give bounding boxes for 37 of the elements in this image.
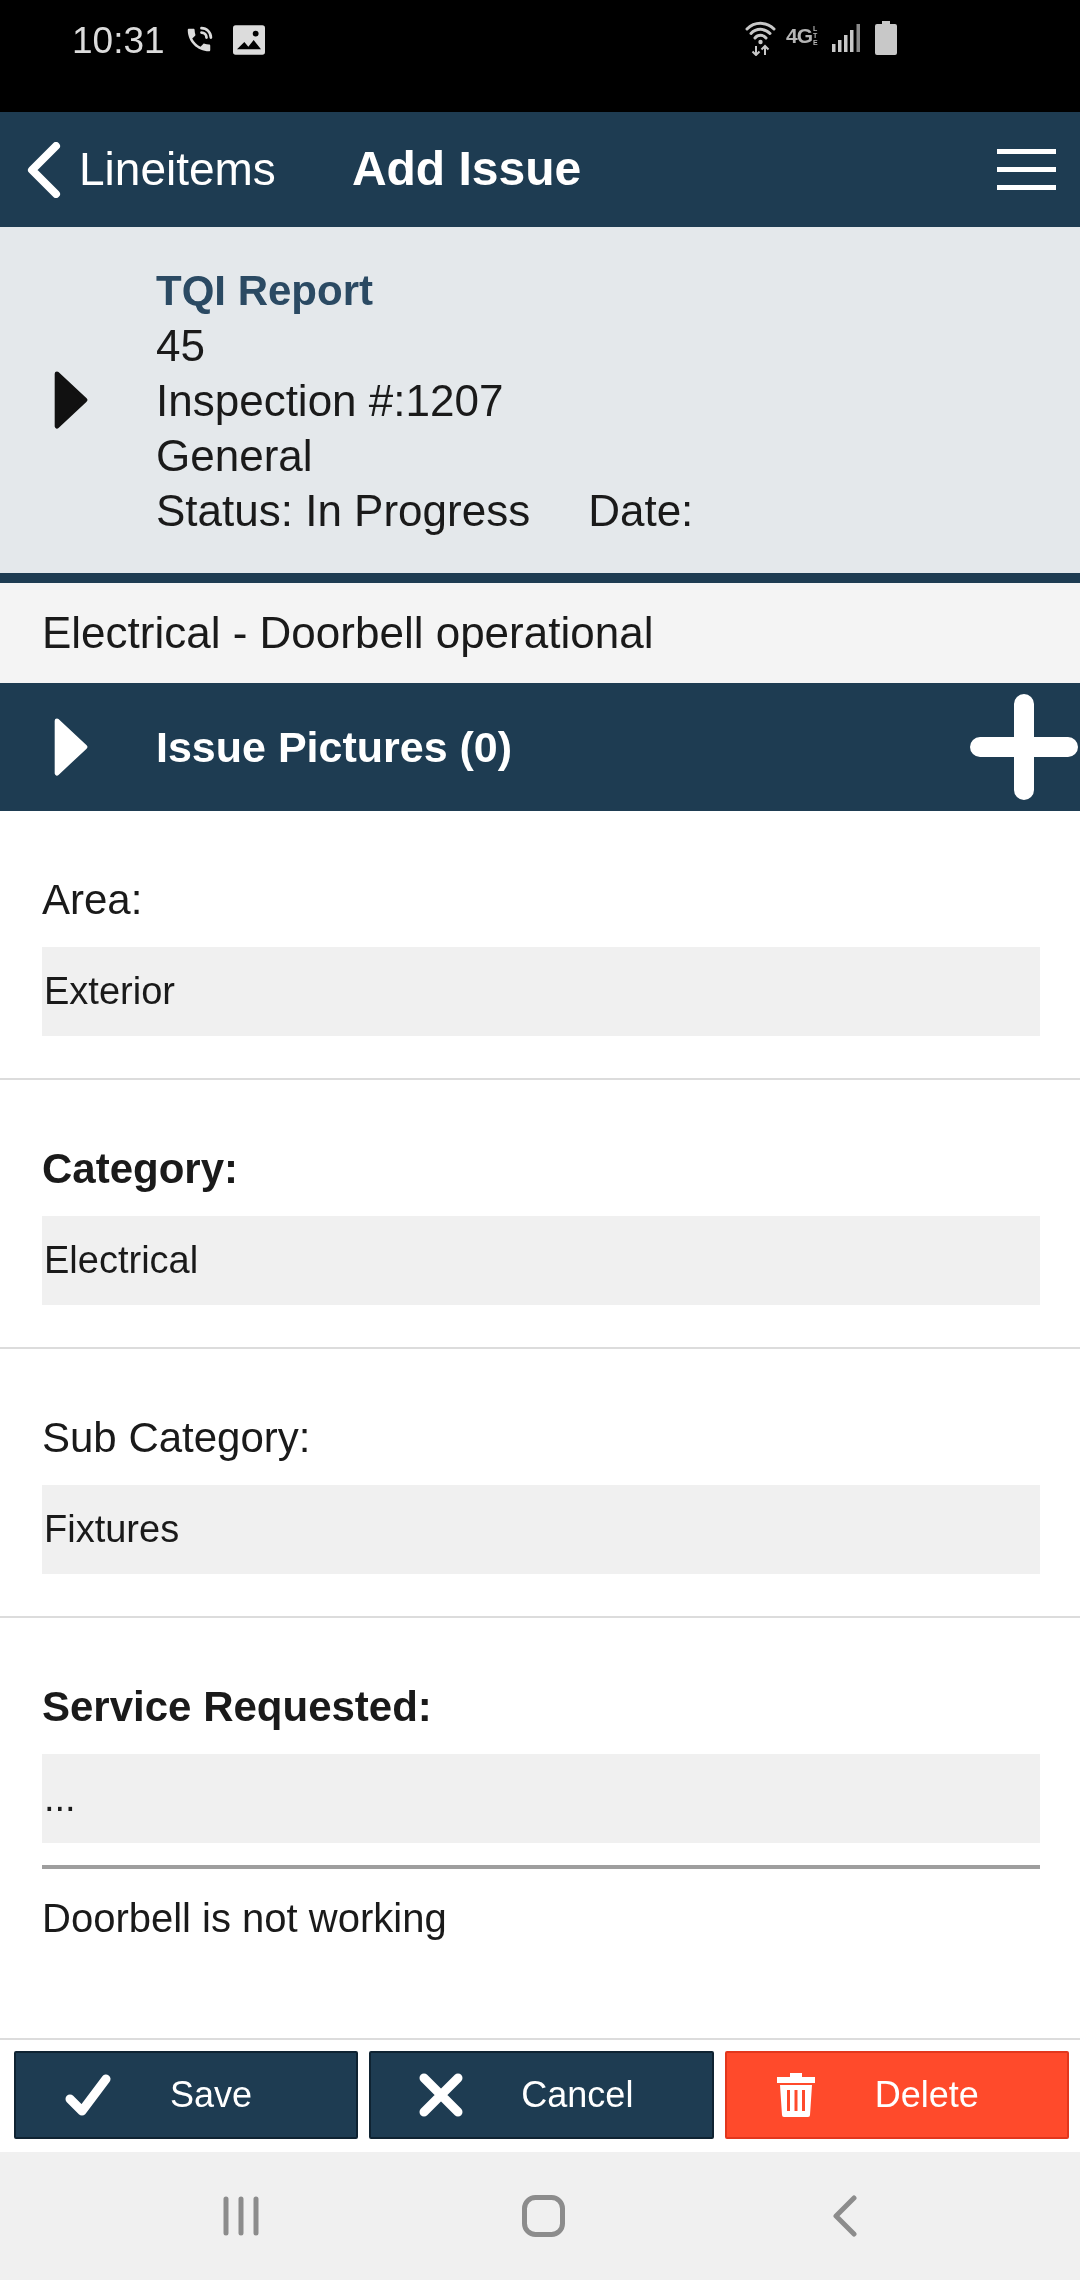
report-detail: Inspection #:1207 bbox=[156, 374, 505, 427]
check-icon bbox=[64, 2073, 112, 2117]
section-header[interactable]: Issue Pictures (0) bbox=[156, 714, 513, 780]
field-label: Category: bbox=[42, 1146, 240, 1192]
item-title: Electrical - Doorbell operational bbox=[42, 607, 654, 659]
select-field[interactable]: ... bbox=[42, 1754, 1040, 1843]
trash-icon bbox=[774, 2073, 817, 2117]
battery-icon bbox=[875, 21, 897, 55]
cancel-button[interactable]: Cancel bbox=[369, 2051, 714, 2139]
select-field[interactable]: Fixtures bbox=[42, 1485, 1040, 1574]
chevron-left-icon bbox=[26, 141, 61, 198]
select-field[interactable]: Exterior bbox=[42, 947, 1040, 1036]
back-button[interactable]: Lineitems bbox=[26, 141, 276, 198]
signal-icon bbox=[832, 24, 861, 52]
status-text: Status: In Progress bbox=[156, 484, 531, 537]
plus-icon[interactable] bbox=[970, 694, 1078, 800]
network-type-label: 4G bbox=[786, 24, 812, 46]
report-title[interactable]: TQI Report bbox=[156, 262, 694, 318]
select-field[interactable]: Electrical bbox=[42, 1216, 1040, 1305]
field-label: Service Requested: bbox=[42, 1684, 433, 1730]
recent-apps-icon[interactable] bbox=[222, 2196, 260, 2236]
report-detail: 45 bbox=[156, 319, 206, 372]
caret-icon[interactable] bbox=[54, 371, 88, 429]
back-icon[interactable] bbox=[833, 2195, 857, 2237]
screen-title: Add Issue bbox=[351, 143, 582, 196]
field-label: Sub Category: bbox=[42, 1415, 312, 1461]
wifi-icon bbox=[745, 20, 776, 56]
date-text: Date: bbox=[588, 484, 694, 537]
clock-time: 10:31 bbox=[72, 22, 165, 59]
comment-field[interactable]: Doorbell is not working bbox=[42, 1865, 1040, 1996]
close-icon bbox=[419, 2073, 464, 2117]
menu-icon[interactable] bbox=[997, 149, 1056, 190]
field-label: Area: bbox=[42, 877, 144, 923]
report-detail: General bbox=[156, 429, 314, 482]
home-icon[interactable] bbox=[521, 2195, 565, 2237]
image-icon bbox=[232, 25, 265, 55]
save-button[interactable]: Save bbox=[14, 2051, 359, 2139]
